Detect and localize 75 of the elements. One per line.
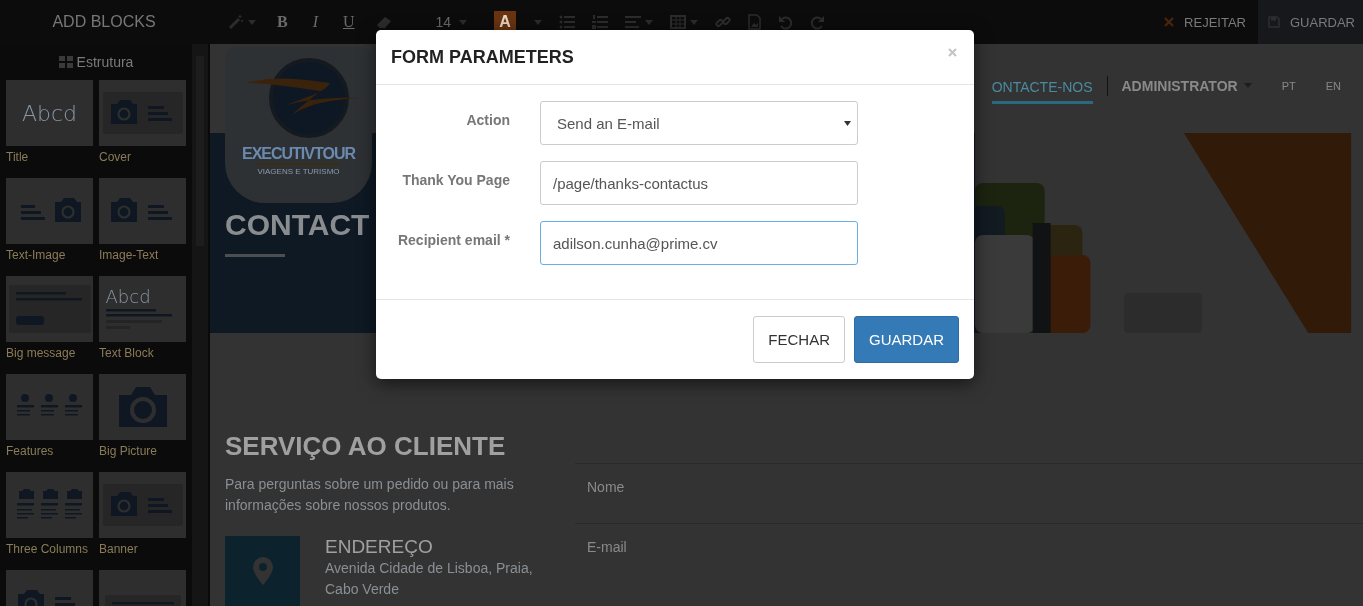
logo-wordmark: EXECUTIVTOUR xyxy=(241,145,356,163)
undo-icon[interactable] xyxy=(778,14,794,30)
section-title: Estrutura xyxy=(76,54,134,70)
grid-icon xyxy=(58,56,73,68)
block-label: Text Block xyxy=(99,346,155,360)
caret-icon[interactable] xyxy=(459,19,468,25)
input-field[interactable]: adilson.cunha@prime.cv xyxy=(540,221,858,265)
save-button[interactable]: GUARDAR xyxy=(1258,0,1363,44)
font-size-button[interactable]: 14 xyxy=(431,14,456,30)
input-field[interactable]: Nome xyxy=(575,463,1363,523)
select-field[interactable]: Send an E-mail xyxy=(540,101,858,145)
italic-button[interactable]: I xyxy=(308,13,322,31)
block-thumbnail[interactable] xyxy=(6,276,93,342)
block-label: Text-Image xyxy=(6,248,67,262)
bullet-list-icon[interactable] xyxy=(559,15,576,29)
sample-text: Abcd xyxy=(21,100,78,126)
caret-icon[interactable] xyxy=(690,19,699,25)
contact-address: Avenida Cidade de Lisboa, Praia, Cabo Verde xyxy=(325,559,534,599)
reject-button[interactable]: REJEITAR xyxy=(1152,0,1258,44)
nav-link[interactable]: ONTACTE-NOS xyxy=(991,73,1093,104)
numbered-list-icon[interactable] xyxy=(592,15,609,29)
input-field[interactable]: /page/thanks-contactus xyxy=(540,161,858,205)
section-heading: SERVIÇO AO CLIENTE xyxy=(225,431,507,462)
sample-text: Abcd xyxy=(105,285,151,307)
field-label: Recipient email * xyxy=(396,231,510,250)
block-thumbnail[interactable] xyxy=(6,374,93,440)
table-icon[interactable] xyxy=(670,15,687,29)
location-pin-icon xyxy=(251,556,274,586)
block-thumbnail[interactable] xyxy=(6,178,93,244)
camera-icon xyxy=(116,385,169,429)
close-icon[interactable] xyxy=(948,47,957,57)
field-label: Action xyxy=(465,111,510,130)
user-menu[interactable]: ADMINISTRATOR xyxy=(1121,77,1252,94)
block-label: Title xyxy=(6,150,30,164)
language-link[interactable]: PT xyxy=(1281,79,1296,92)
block-label: Big Picture xyxy=(99,444,159,458)
block-label: Banner xyxy=(99,542,139,556)
logo-tagline: VIAGENS E TURISMO xyxy=(257,163,340,176)
caret-icon[interactable] xyxy=(645,19,654,25)
text-color-button[interactable]: A xyxy=(494,11,517,33)
block-thumbnail[interactable] xyxy=(99,80,186,146)
close-button[interactable]: FECHAR xyxy=(753,316,845,363)
language-link[interactable]: EN xyxy=(1325,79,1341,92)
bold-button[interactable]: B xyxy=(273,13,292,31)
caret-icon xyxy=(844,120,851,126)
block-thumbnail[interactable] xyxy=(99,472,186,538)
section-intro: Para perguntas sobre um pedido ou para mais informações sobre nossos produtos. xyxy=(225,475,515,515)
block-thumbnail[interactable] xyxy=(99,374,186,440)
block-label: Three Columns xyxy=(6,542,90,556)
block-label: Image-Text xyxy=(99,248,160,262)
panel-title: ADD BLOCKS xyxy=(51,13,157,31)
align-left-icon[interactable] xyxy=(625,15,642,29)
caret-icon[interactable] xyxy=(534,19,543,25)
hero-title: CONTACT xyxy=(225,208,370,242)
block-thumbnail[interactable] xyxy=(6,472,93,538)
magic-wand-icon[interactable] xyxy=(228,14,244,30)
block-label: Features xyxy=(6,444,55,458)
caret-icon[interactable] xyxy=(248,19,256,25)
block-thumbnail[interactable] xyxy=(99,178,186,244)
save-icon xyxy=(1268,16,1280,28)
field-label: Thank You Page xyxy=(401,171,510,190)
close-icon xyxy=(1164,17,1175,27)
block-label: Cover xyxy=(99,150,132,164)
block-thumbnail[interactable]: Abcd xyxy=(6,80,93,146)
three-columns-icon xyxy=(14,488,85,522)
underline-button[interactable]: U xyxy=(339,13,359,31)
link-icon[interactable] xyxy=(715,14,732,30)
dialog-title: FORM PARAMETERS xyxy=(391,46,574,68)
save-button[interactable]: GUARDAR xyxy=(854,316,959,363)
input-field[interactable]: E-mail xyxy=(575,523,1363,583)
block-label: Big message xyxy=(6,346,77,360)
redo-icon[interactable] xyxy=(810,14,826,30)
contact-title: ENDEREÇO xyxy=(325,536,434,558)
block-thumbnail[interactable]: Abcd xyxy=(99,276,186,342)
image-file-icon[interactable] xyxy=(748,14,762,30)
